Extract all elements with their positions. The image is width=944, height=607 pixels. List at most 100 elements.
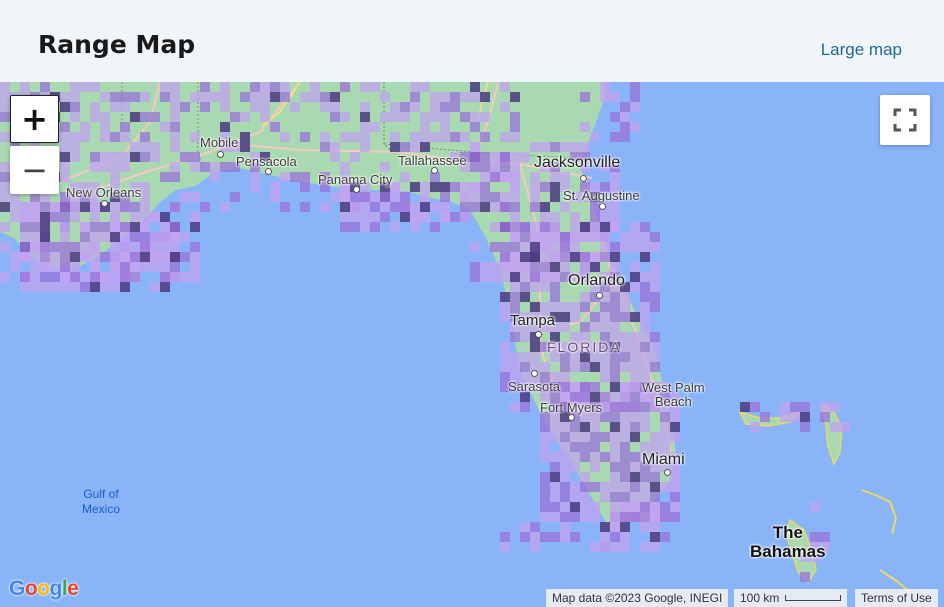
range-cell — [560, 482, 570, 492]
range-cell — [550, 432, 560, 442]
map-data-attribution[interactable]: Map data ©2023 Google, INEGI — [546, 589, 729, 607]
range-cell — [410, 82, 420, 92]
range-cell — [630, 272, 640, 282]
range-cell — [520, 282, 530, 292]
range-cell — [620, 422, 630, 432]
range-cell — [30, 282, 40, 292]
range-cell — [650, 502, 660, 512]
label-west-palm-beach: West Palm Beach — [642, 380, 705, 409]
large-map-link[interactable]: Large map — [821, 40, 902, 60]
range-cell — [530, 302, 540, 312]
range-cell — [670, 512, 680, 522]
range-cell — [540, 502, 550, 512]
range-cell — [530, 532, 540, 542]
range-cell — [590, 512, 600, 522]
range-cell — [600, 432, 610, 442]
range-cell — [220, 92, 230, 102]
zoom-in-button[interactable]: + — [10, 95, 59, 143]
range-cell — [550, 242, 560, 252]
range-cell — [520, 362, 530, 372]
range-cell — [650, 362, 660, 372]
range-cell — [610, 532, 620, 542]
range-cell — [210, 172, 220, 182]
range-cell — [520, 152, 530, 162]
range-cell — [590, 212, 600, 222]
range-cell — [40, 232, 50, 242]
range-cell — [660, 512, 670, 522]
range-cell — [500, 152, 510, 162]
range-cell — [220, 202, 230, 212]
google-logo[interactable]: Google — [9, 577, 79, 601]
range-cell — [580, 432, 590, 442]
range-cell — [640, 292, 650, 302]
scale-indicator[interactable]: 100 km — [734, 589, 848, 607]
range-cell — [380, 162, 390, 172]
range-cell — [180, 102, 190, 112]
range-cell — [530, 272, 540, 282]
range-cell — [190, 272, 200, 282]
range-cell — [90, 272, 100, 282]
range-cell — [520, 332, 530, 342]
range-cell — [600, 252, 610, 262]
range-cell — [310, 92, 320, 102]
range-cell — [110, 212, 120, 222]
range-cell — [0, 112, 10, 122]
range-cell — [640, 242, 650, 252]
zoom-out-button[interactable]: − — [10, 146, 59, 194]
range-cell — [550, 252, 560, 262]
range-cell — [390, 192, 400, 202]
range-cell — [550, 302, 560, 312]
range-cell — [130, 212, 140, 222]
range-cell — [550, 142, 560, 152]
range-cell — [160, 232, 170, 242]
range-cell — [620, 232, 630, 242]
range-cell — [390, 132, 400, 142]
range-cell — [70, 152, 80, 162]
range-cell — [500, 532, 510, 542]
range-cell — [510, 212, 520, 222]
range-cell — [600, 212, 610, 222]
range-cell — [610, 322, 620, 332]
fullscreen-button[interactable] — [880, 95, 930, 145]
range-cell — [80, 222, 90, 232]
range-cell — [100, 162, 110, 172]
range-cell — [170, 272, 180, 282]
range-cell — [100, 282, 110, 292]
range-cell — [600, 452, 610, 462]
range-cell — [390, 202, 400, 212]
range-cell — [520, 532, 530, 542]
range-cell — [540, 232, 550, 242]
range-cell — [470, 112, 480, 122]
range-cell — [580, 142, 590, 152]
range-map[interactable]: Mobile Pensacola Tallahassee Panama City… — [0, 82, 944, 607]
range-cell — [590, 482, 600, 492]
range-cell — [400, 142, 410, 152]
range-cell — [530, 232, 540, 242]
range-cell — [580, 322, 590, 332]
terms-of-use-link[interactable]: Terms of Use — [855, 589, 938, 607]
range-cell — [30, 222, 40, 232]
range-cell — [470, 182, 480, 192]
range-cell — [560, 512, 570, 522]
range-cell — [520, 402, 530, 412]
range-cell — [650, 262, 660, 272]
range-cell — [640, 272, 650, 282]
range-cell — [20, 222, 30, 232]
range-cell — [40, 252, 50, 262]
range-cell — [490, 162, 500, 172]
range-cell — [640, 352, 650, 362]
range-cell — [70, 272, 80, 282]
range-cell — [250, 92, 260, 102]
range-cell — [750, 402, 760, 412]
range-cell — [540, 442, 550, 452]
range-cell — [600, 92, 610, 102]
range-cell — [120, 272, 130, 282]
range-cell — [330, 192, 340, 202]
range-cell — [510, 242, 520, 252]
range-cell — [190, 162, 200, 172]
range-cell — [600, 492, 610, 502]
range-cell — [510, 362, 520, 372]
range-cell — [630, 232, 640, 242]
range-cell — [470, 272, 480, 282]
range-cell — [560, 252, 570, 262]
